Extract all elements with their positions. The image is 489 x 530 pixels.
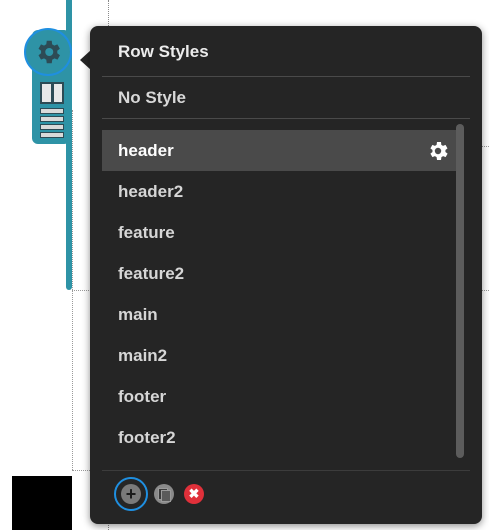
row-styles-button[interactable] bbox=[24, 28, 72, 76]
divider bbox=[102, 76, 470, 77]
gear-icon[interactable] bbox=[426, 139, 450, 163]
style-label: main bbox=[118, 305, 158, 324]
rows-icon[interactable] bbox=[40, 108, 64, 138]
row-styles-popup: Row Styles No Style header header2 featu… bbox=[90, 26, 482, 524]
rows-icon-bar bbox=[40, 108, 64, 114]
style-item[interactable]: main bbox=[102, 294, 458, 335]
plus-icon: + bbox=[121, 484, 141, 504]
divider bbox=[102, 118, 470, 119]
rows-icon-bar bbox=[40, 132, 64, 138]
footer-actions: + ✖ bbox=[114, 477, 204, 511]
style-item[interactable]: header2 bbox=[102, 171, 458, 212]
scrollbar[interactable] bbox=[456, 124, 464, 458]
style-item[interactable]: feature bbox=[102, 212, 458, 253]
gear-icon bbox=[38, 40, 60, 64]
style-list: header header2 feature feature2 main mai… bbox=[102, 130, 458, 458]
style-item[interactable]: footer2 bbox=[102, 417, 458, 458]
delete-style-button[interactable]: ✖ bbox=[184, 484, 204, 504]
style-label: main2 bbox=[118, 346, 168, 365]
style-label: footer bbox=[118, 387, 167, 406]
copy-icon bbox=[154, 484, 174, 504]
divider bbox=[102, 470, 470, 471]
duplicate-style-button[interactable] bbox=[154, 484, 174, 504]
black-block bbox=[12, 476, 72, 530]
style-label: header2 bbox=[118, 182, 184, 201]
rows-icon-bar bbox=[40, 124, 64, 130]
close-icon: ✖ bbox=[184, 484, 204, 504]
popup-title: Row Styles bbox=[118, 42, 209, 61]
style-item[interactable]: main2 bbox=[102, 335, 458, 376]
rows-icon-bar bbox=[40, 116, 64, 122]
style-item[interactable]: feature2 bbox=[102, 253, 458, 294]
add-style-button[interactable]: + bbox=[114, 477, 148, 511]
style-label: feature bbox=[118, 223, 175, 242]
style-label: footer2 bbox=[118, 428, 176, 447]
no-style-option[interactable]: No Style bbox=[118, 88, 186, 108]
style-item[interactable]: header bbox=[102, 130, 458, 171]
style-item[interactable]: footer bbox=[102, 376, 458, 417]
style-label: header bbox=[118, 141, 174, 160]
style-label: feature2 bbox=[118, 264, 185, 283]
column-layout-button[interactable] bbox=[40, 82, 64, 104]
